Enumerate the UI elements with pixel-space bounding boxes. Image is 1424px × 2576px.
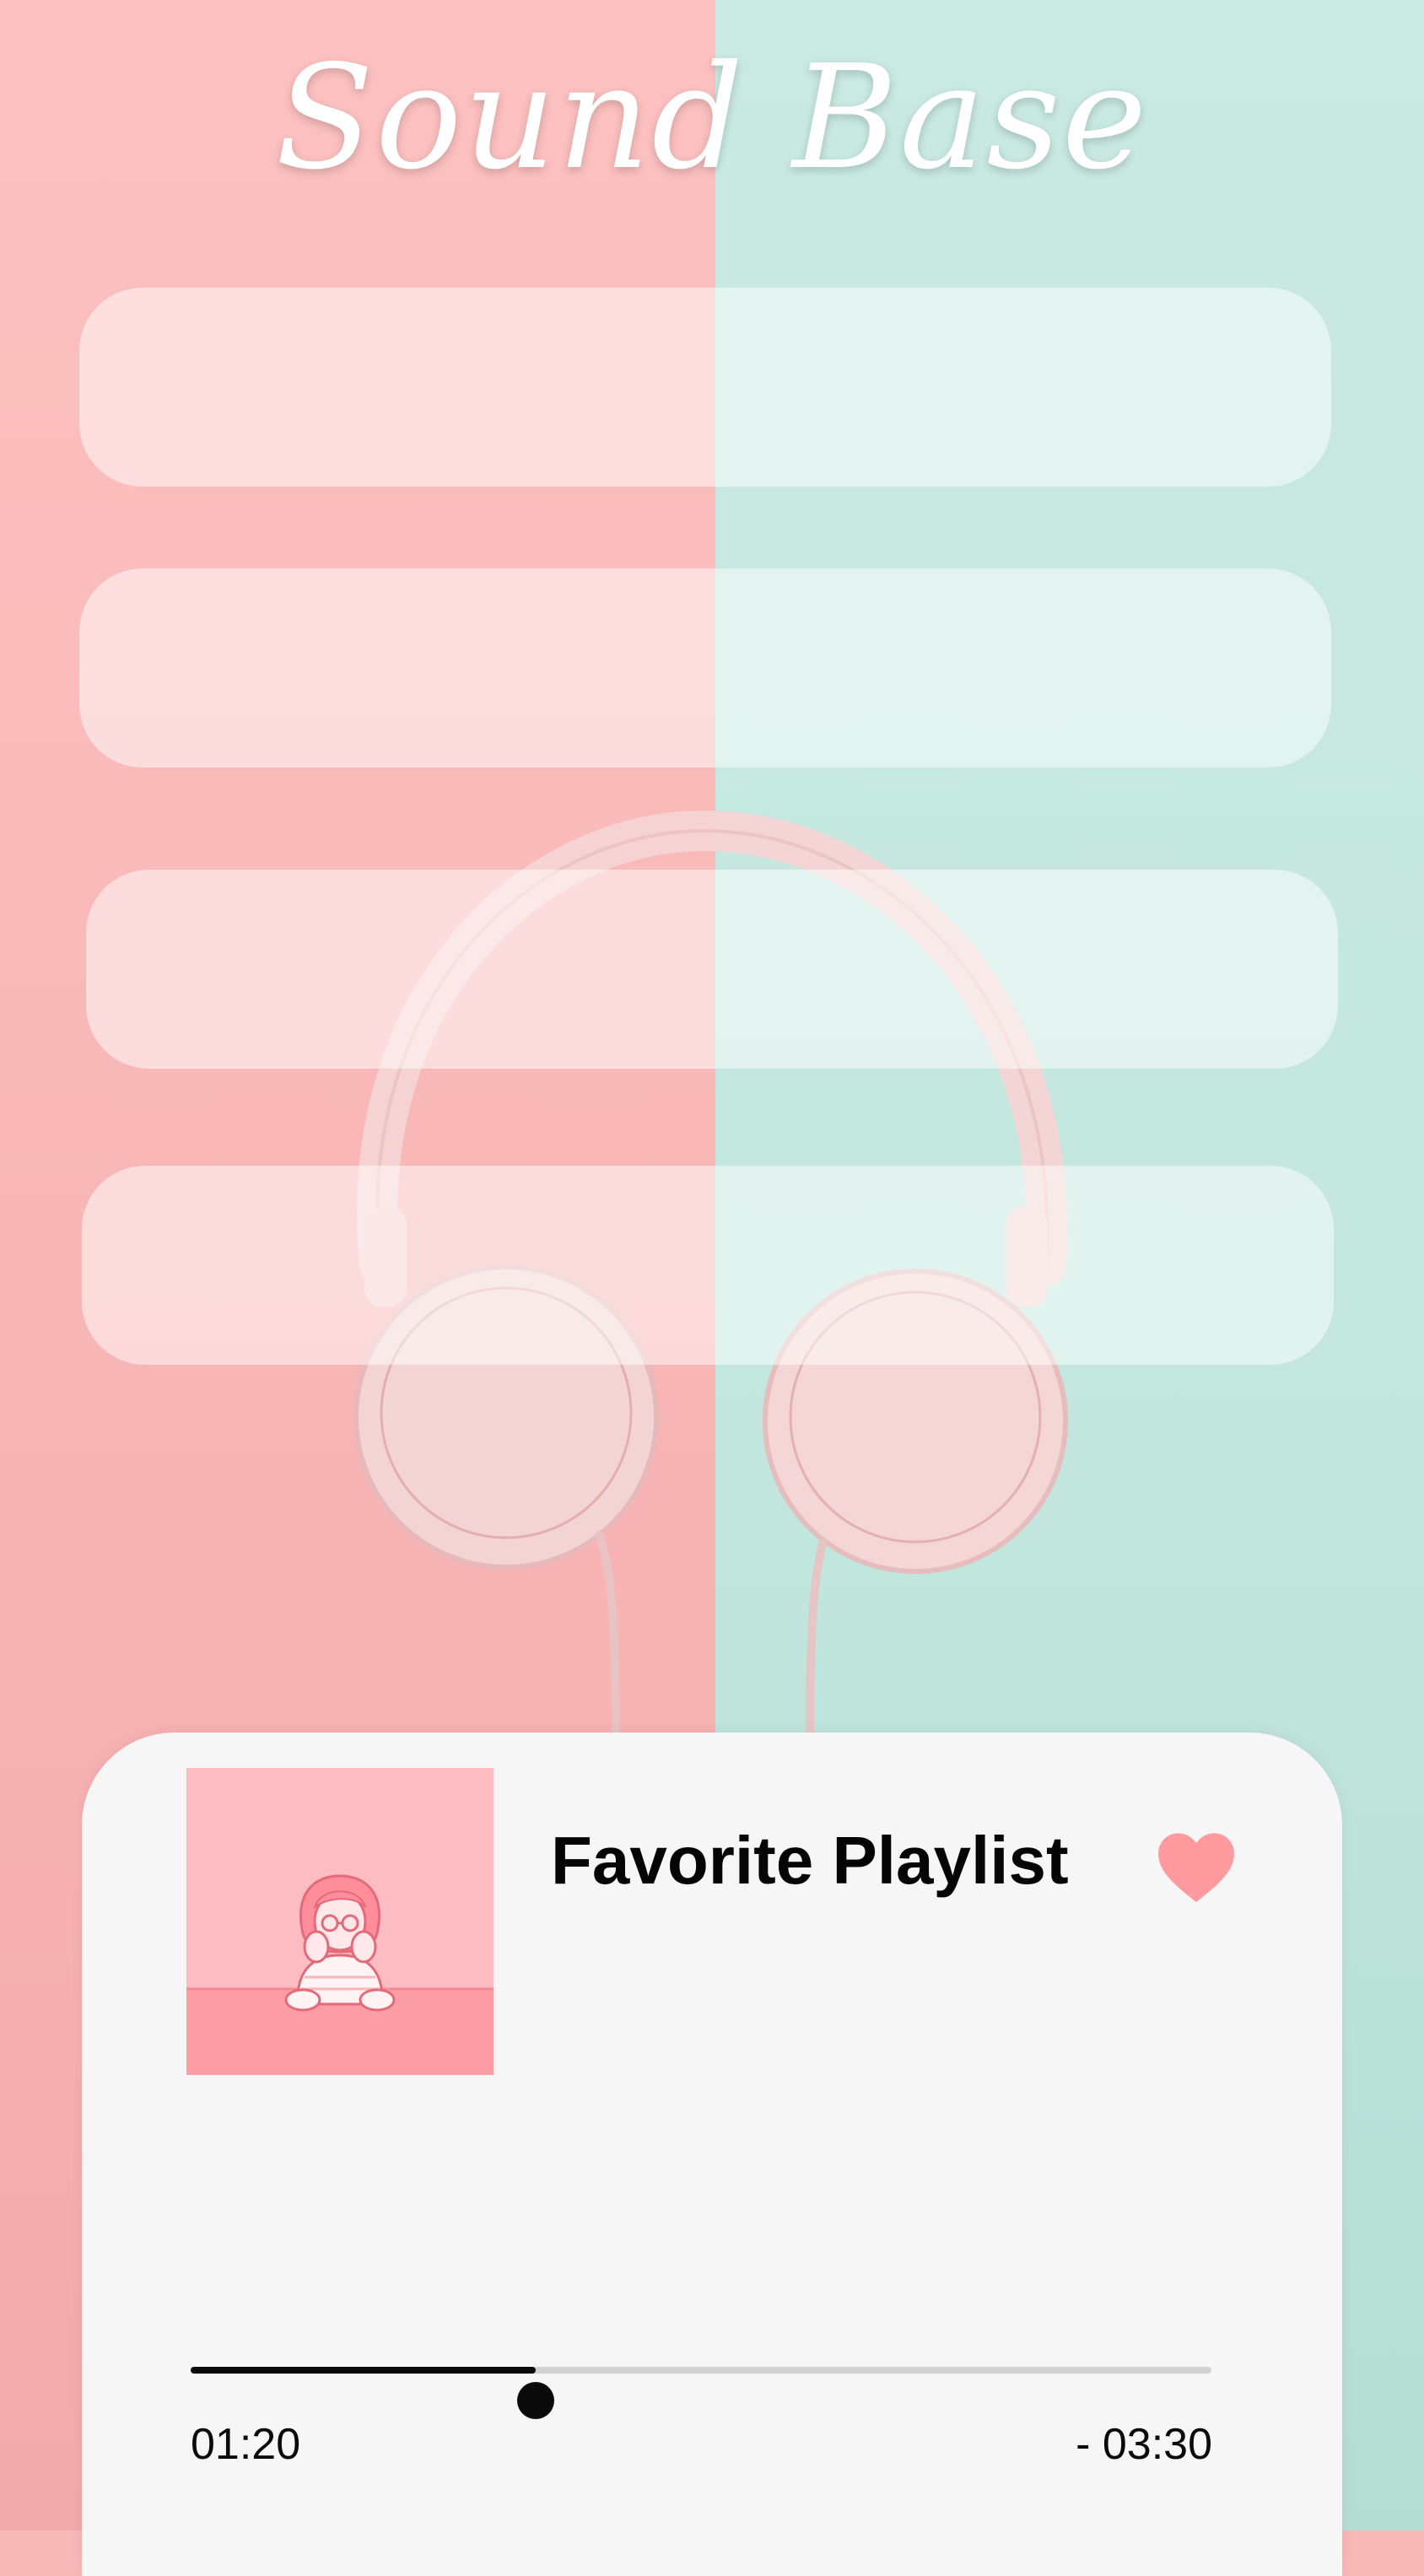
heart-icon[interactable] xyxy=(1156,1831,1237,1904)
playlist-row-2[interactable] xyxy=(79,569,1331,768)
remaining-time: - 03:30 xyxy=(1076,2420,1212,2469)
progress-bar[interactable] xyxy=(191,2367,1211,2419)
album-art[interactable] xyxy=(186,1768,494,2075)
elapsed-time: 01:20 xyxy=(191,2420,301,2469)
playlist-row-1[interactable] xyxy=(79,288,1331,487)
playlist-row-4[interactable] xyxy=(82,1166,1334,1365)
playlist-row-3[interactable] xyxy=(86,870,1338,1069)
progress-played xyxy=(191,2367,536,2374)
now-playing-card: Favorite Playlist 01:20 - 03:30 xyxy=(82,1733,1342,2576)
playlist-title: Favorite Playlist xyxy=(551,1823,1069,1898)
album-art-illustration xyxy=(186,1768,494,2075)
playlist-rows xyxy=(0,0,1424,1434)
progress-thumb[interactable] xyxy=(516,2382,554,2419)
